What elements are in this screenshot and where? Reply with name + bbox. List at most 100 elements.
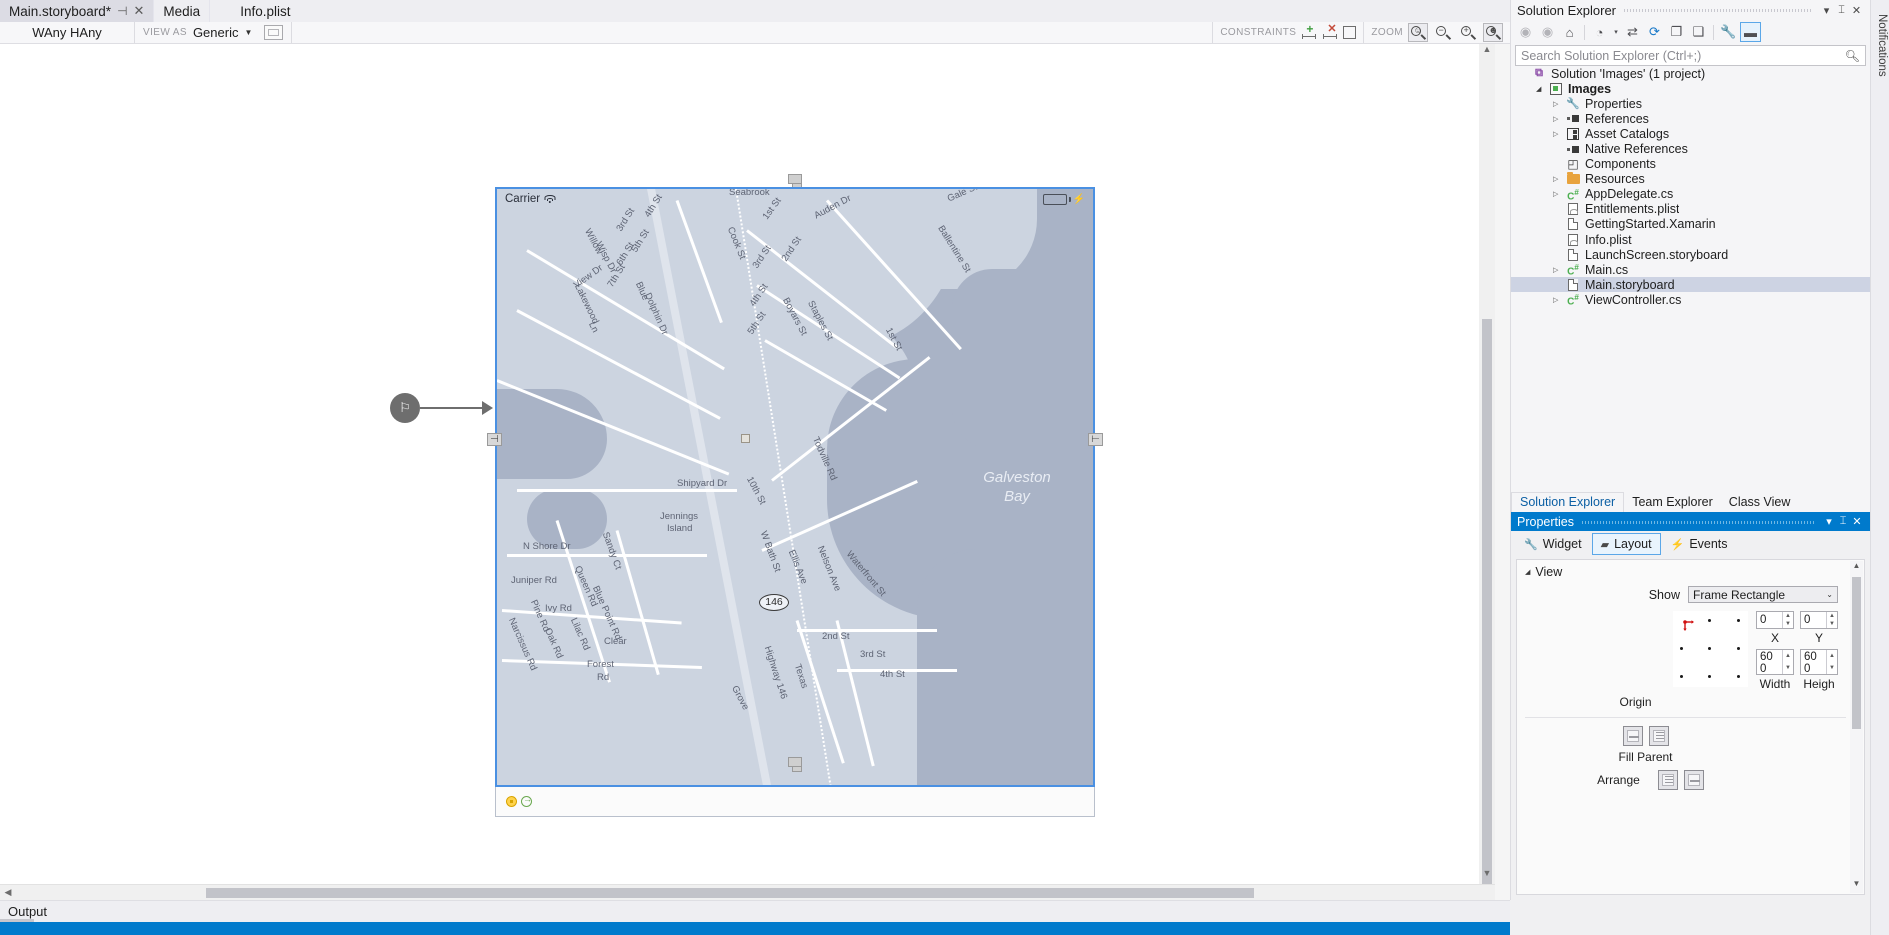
tree-item-selected[interactable]: Main.storyboard (1511, 277, 1870, 292)
arrange-vertical-icon[interactable] (1658, 770, 1678, 790)
tree-item[interactable]: Info.plist (1511, 232, 1870, 247)
arrange-horizontal-icon[interactable] (1684, 770, 1704, 790)
home-icon[interactable]: ⌂ (1559, 22, 1580, 42)
close-tab-icon[interactable]: ✕ (134, 3, 145, 19)
tab-events[interactable]: ⚡ Events (1663, 534, 1736, 554)
search-icon[interactable]: 🔍︎ (1845, 49, 1860, 63)
tree-item[interactable]: Entitlements.plist (1511, 202, 1870, 217)
device-preview-button[interactable] (264, 25, 283, 40)
tree-item[interactable]: ▷C#Main.cs (1511, 262, 1870, 277)
add-constraints-icon[interactable]: + (1301, 25, 1317, 40)
x-stepper[interactable]: ▲▼ (1782, 612, 1793, 628)
pin-tab-icon[interactable]: ⊣ (117, 4, 127, 18)
properties-scrollbar[interactable]: ▲ ▼ (1850, 561, 1863, 893)
surface-horizontal-scrollbar[interactable]: ◀ (0, 884, 1495, 900)
scroll-up-arrow[interactable]: ▲ (1850, 561, 1863, 575)
sync-icon[interactable]: ⇄ (1622, 22, 1643, 42)
horizontal-scroll-track[interactable] (16, 885, 1495, 901)
expander-icon[interactable]: ▷ (1553, 130, 1565, 138)
properties-body[interactable]: ◢ View Show Frame Rectangle ⌄ (1516, 559, 1865, 895)
view-as-value[interactable]: Generic (193, 25, 239, 40)
scroll-down-arrow[interactable]: ▼ (1479, 868, 1495, 884)
y-stepper[interactable]: ▲▼ (1826, 612, 1837, 628)
scroll-down-arrow[interactable]: ▼ (1850, 879, 1863, 893)
view-controller-icon[interactable] (506, 796, 517, 807)
scene-dock-bar[interactable] (495, 787, 1095, 817)
chevron-down-icon[interactable]: ⌄ (1826, 590, 1833, 599)
clear-constraints-icon[interactable]: ✕ (1322, 25, 1338, 40)
storyboard-design-surface[interactable]: ⚐ (0, 44, 1495, 884)
tree-item[interactable]: GettingStarted.Xamarin (1511, 217, 1870, 232)
chevron-down-icon[interactable]: ▼ (244, 28, 252, 37)
x-field[interactable]: 0 ▲▼ (1756, 611, 1794, 629)
storyboard-entry-point[interactable]: ⚐ (390, 393, 495, 427)
dropdown-icon[interactable]: ▾ (1822, 515, 1836, 528)
vertical-scroll-thumb[interactable] (1482, 319, 1492, 929)
zoom-in-icon[interactable]: + (1458, 23, 1478, 42)
pin-icon[interactable]: ⌶ (1836, 515, 1850, 528)
right-resize-handle-icon[interactable]: ⊢ (1088, 433, 1103, 446)
close-icon[interactable]: ✕ (1850, 515, 1864, 528)
tree-item[interactable]: ◰Components (1511, 157, 1870, 172)
tree-item[interactable]: ▷C#AppDelegate.cs (1511, 187, 1870, 202)
expander-icon[interactable]: ◢ (1525, 568, 1530, 576)
show-dropdown[interactable]: Frame Rectangle ⌄ (1688, 586, 1838, 603)
expander-icon[interactable]: ◢ (1536, 85, 1548, 93)
tab-widget[interactable]: 🔧 Widget (1516, 534, 1590, 554)
horizontal-scroll-thumb[interactable] (206, 888, 1254, 898)
editor-tab-media[interactable]: Media (154, 0, 210, 22)
zoom-out-icon[interactable]: − (1433, 23, 1453, 42)
notifications-strip[interactable]: Notifications (1870, 0, 1889, 935)
scroll-up-arrow[interactable]: ▲ (1479, 44, 1495, 60)
tab-layout[interactable]: ▰ Layout (1592, 533, 1661, 555)
top-constraint-anchor-icon[interactable] (788, 174, 802, 184)
tree-item[interactable]: ⧉Solution 'Images' (1 project) (1511, 66, 1870, 81)
bottom-constraint-anchor-icon[interactable] (788, 757, 802, 767)
editor-tab-info-plist[interactable]: Info.plist (210, 0, 299, 22)
refresh-icon[interactable]: ⟳ (1644, 22, 1665, 42)
left-resize-handle-icon[interactable]: ⊣ (487, 433, 502, 446)
frame-toggle-icon[interactable] (1343, 26, 1356, 39)
fill-parent-vertical-icon[interactable] (1649, 726, 1669, 746)
tree-item[interactable]: ▷C#ViewController.cs (1511, 292, 1870, 307)
expander-icon[interactable]: ▷ (1553, 190, 1565, 198)
width-field[interactable]: 60 0 ▲▼ (1756, 649, 1794, 675)
tree-item[interactable]: LaunchScreen.storyboard (1511, 247, 1870, 262)
editor-tab-main-storyboard[interactable]: Main.storyboard* ⊣ ✕ (0, 0, 154, 22)
tab-solution-explorer[interactable]: Solution Explorer (1511, 492, 1624, 512)
tree-item[interactable]: ▷Resources (1511, 172, 1870, 187)
size-class-button[interactable]: WAny HAny (0, 22, 135, 43)
scroll-left-arrow[interactable]: ◀ (0, 887, 16, 898)
expander-icon[interactable]: ▷ (1553, 100, 1565, 108)
search-input[interactable]: Search Solution Explorer (Ctrl+;) 🔍︎ (1515, 45, 1866, 66)
dropdown-icon[interactable]: ▾ (1819, 4, 1834, 17)
exit-icon[interactable] (521, 796, 532, 807)
origin-anchor-grid[interactable] (1673, 611, 1748, 687)
chevron-down-icon[interactable]: ▾ (1611, 22, 1621, 42)
pending-changes-icon[interactable]: ◔ (1589, 22, 1610, 42)
y-field[interactable]: 0 ▲▼ (1800, 611, 1838, 629)
tree-item[interactable]: ▷References (1511, 111, 1870, 126)
view-controller-view[interactable]: SeabrookWillowWisp Dr4th St3rd St5th St6… (495, 187, 1095, 787)
tree-item[interactable]: ▷Asset Catalogs (1511, 126, 1870, 141)
expander-icon[interactable]: ▷ (1553, 266, 1565, 274)
zoom-actual-icon[interactable]: ☻ (1483, 23, 1503, 42)
close-icon[interactable]: ✕ (1849, 4, 1864, 17)
back-icon[interactable]: ◉ (1515, 22, 1536, 42)
width-stepper[interactable]: ▲▼ (1782, 650, 1793, 674)
tab-team-explorer[interactable]: Team Explorer (1624, 493, 1721, 512)
tree-item[interactable]: Native References (1511, 141, 1870, 156)
solution-tree[interactable]: ⧉Solution 'Images' (1 project)◢Images▷🔧P… (1511, 66, 1870, 490)
height-field[interactable]: 60 0 ▲▼ (1800, 649, 1838, 675)
properties-icon[interactable]: 🔧 (1718, 22, 1739, 42)
tree-item[interactable]: ▷🔧Properties (1511, 96, 1870, 111)
surface-vertical-scrollbar[interactable]: ▲ ▼ (1479, 44, 1495, 884)
pin-icon[interactable]: ⌶ (1834, 4, 1849, 17)
expander-icon[interactable]: ▷ (1553, 175, 1565, 183)
forward-icon[interactable]: ◉ (1537, 22, 1558, 42)
view-controller-scene[interactable]: ⚐ (495, 140, 1095, 780)
preview-selected-icon[interactable]: ▬ (1740, 22, 1761, 42)
fill-parent-horizontal-icon[interactable] (1623, 726, 1643, 746)
tree-item[interactable]: ◢Images (1511, 81, 1870, 96)
expander-icon[interactable]: ▷ (1553, 115, 1565, 123)
